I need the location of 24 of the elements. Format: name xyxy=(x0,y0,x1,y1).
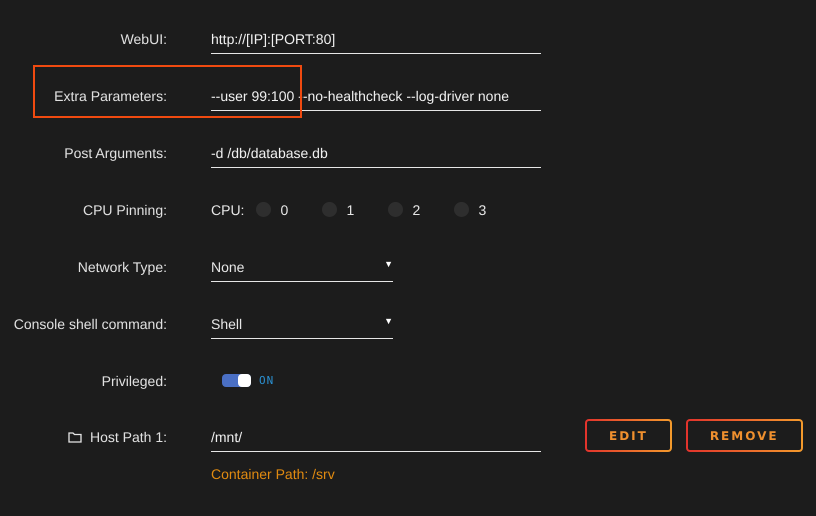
cpu-label: CPU: xyxy=(211,202,244,218)
cpu-number: 2 xyxy=(412,202,420,218)
field-label: CPU Pinning: xyxy=(82,202,167,218)
toggle-state: ON xyxy=(259,374,274,387)
cpu-number: 3 xyxy=(478,202,486,218)
remove-button[interactable]: REMOVE xyxy=(686,419,803,452)
field-label: Post Arguments: xyxy=(64,144,167,160)
field-label: Network Type: xyxy=(78,258,167,274)
field-label: Console shell command: xyxy=(14,316,167,332)
input-field[interactable]: http://[IP]:[PORT:80] xyxy=(211,23,541,54)
field-label: WebUI: xyxy=(120,30,167,46)
cpu-number: 0 xyxy=(280,202,288,218)
cpu-number: 1 xyxy=(346,202,354,218)
toggle-switch[interactable] xyxy=(222,374,251,387)
dropdown[interactable]: Shell ▼ xyxy=(211,308,393,339)
dropdown[interactable]: None ▼ xyxy=(211,251,393,282)
field-label: Privileged: xyxy=(102,372,167,388)
edit-button[interactable]: EDIT xyxy=(585,419,672,452)
input-field[interactable]: /mnt/ xyxy=(211,421,541,452)
folder-icon xyxy=(68,431,82,443)
field-label: Host Path 1: xyxy=(90,429,167,445)
input-field[interactable]: -d /db/database.db xyxy=(211,137,541,168)
container-path-note: Container Path: /srv xyxy=(211,466,336,482)
field-label: Extra Parameters: xyxy=(54,88,167,104)
